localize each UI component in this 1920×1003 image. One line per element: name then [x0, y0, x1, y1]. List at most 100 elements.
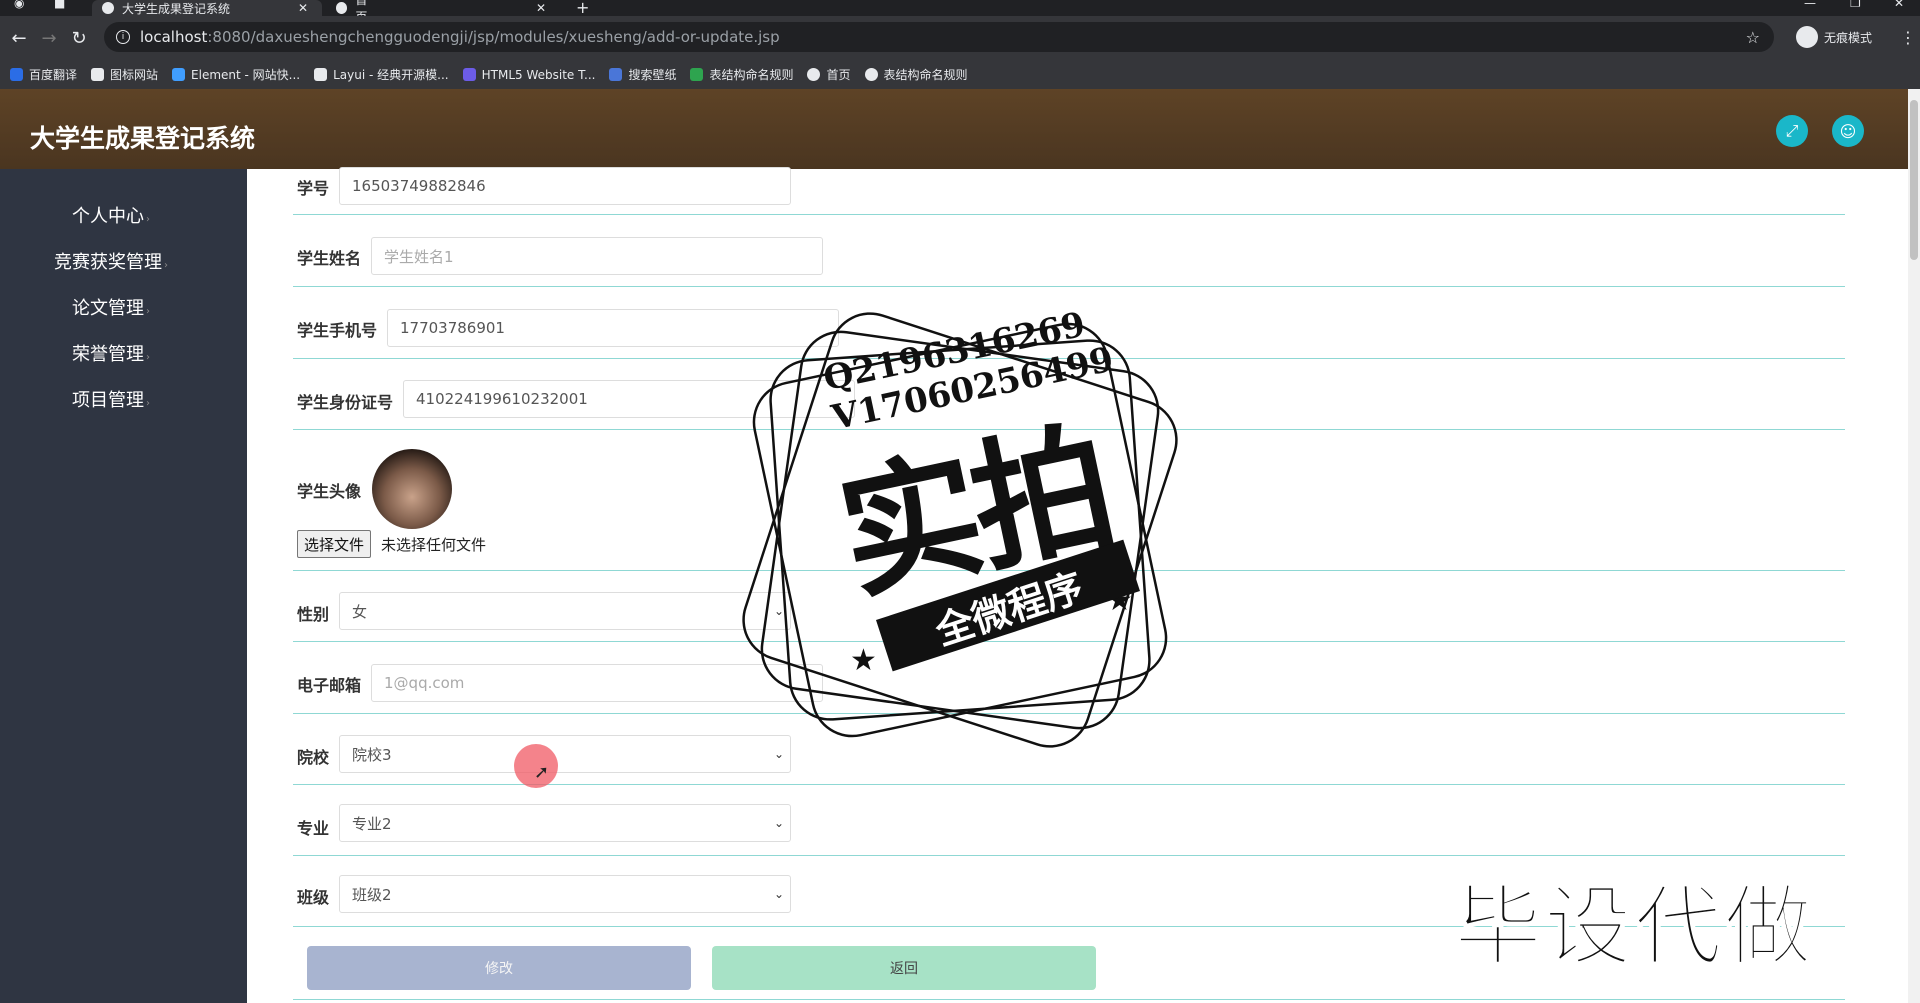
select-value: 班级2	[352, 885, 392, 904]
browser-tab-bar: ◉ ■ 大学生成果登记系统 ✕ 首页 ✕ + — ❐ ✕	[0, 0, 1920, 24]
tab-favicon-icon	[336, 2, 348, 14]
field-label: 学生姓名	[297, 249, 362, 268]
bookmark-label: Layui - 经典开源模...	[333, 68, 449, 82]
app-title: 大学生成果登记系统	[30, 124, 256, 153]
forward-icon[interactable]: →	[34, 28, 64, 49]
bookmark-star-icon[interactable]: ☆	[1746, 28, 1760, 47]
mouse-cursor-icon: ➚	[534, 762, 550, 783]
tab-active[interactable]: 大学生成果登记系统 ✕	[92, 0, 322, 16]
close-window-icon[interactable]: ✕	[1894, 0, 1904, 10]
sidebar-item-label: 项目管理	[72, 390, 144, 411]
choose-file-button[interactable]: 选择文件	[297, 530, 372, 558]
incognito-icon	[1796, 26, 1818, 48]
back-icon[interactable]: ←	[4, 28, 34, 49]
bookmark-globe-icon	[864, 68, 878, 81]
bookmark-label: 表结构命名规则	[709, 68, 794, 82]
url-host: localhost	[140, 28, 208, 46]
field-label: 电子邮箱	[297, 676, 362, 695]
browser-toolbar: ← → ↻ i localhost:8080/daxueshengchenggu…	[0, 16, 1920, 60]
bookmark-item[interactable]: 百度翻译	[10, 66, 77, 83]
tab-close-icon[interactable]: ✕	[536, 1, 546, 15]
sidebar-item-label: 个人中心	[72, 206, 144, 227]
menu-arrow-icon: ›	[146, 352, 150, 363]
file-status: 未选择任何文件	[381, 536, 487, 554]
bookmark-label: 首页	[826, 68, 851, 82]
bookmark-label: 表结构命名规则	[883, 68, 968, 82]
bookmark-label: Element - 网站快...	[191, 68, 301, 82]
back-button[interactable]: 返回	[712, 946, 1096, 990]
bookmark-favicon-icon	[462, 68, 476, 81]
chevron-down-icon: ⌄	[773, 816, 784, 830]
new-tab-icon[interactable]: +	[576, 0, 589, 17]
sidebar-item-competition[interactable]: 竞赛获奖管理 ›	[0, 248, 247, 274]
avatar	[372, 449, 452, 529]
bookmark-item[interactable]: 表结构命名规则	[690, 66, 793, 83]
student-name-input[interactable]: 学生姓名1	[371, 237, 823, 275]
window-menu-icon[interactable]: ■	[54, 0, 65, 10]
field-label: 班级	[297, 888, 330, 907]
sidebar-item-label: 竞赛获奖管理	[54, 252, 162, 273]
browser-logo-icon: ◉	[14, 0, 25, 10]
bookmark-favicon-icon	[690, 68, 704, 81]
class-select[interactable]: 班级2 ⌄	[339, 875, 791, 913]
user-icon[interactable]: ☺	[1832, 115, 1864, 147]
bookmark-item[interactable]: 图标网站	[91, 66, 158, 83]
bookmark-item[interactable]: Element - 网站快...	[172, 66, 300, 83]
submit-button[interactable]: 修改	[307, 946, 691, 990]
bookmark-label: 搜索壁纸	[628, 68, 677, 82]
bookmark-label: 图标网站	[110, 68, 159, 82]
bookmark-flag-icon	[91, 68, 105, 81]
sidebar-item-paper[interactable]: 论文管理 ›	[0, 294, 247, 320]
bookmark-item[interactable]: 搜索壁纸	[609, 66, 676, 83]
field-label: 学生身份证号	[297, 393, 394, 412]
tab-close-icon[interactable]: ✕	[298, 1, 308, 15]
sidebar-item-label: 荣誉管理	[72, 344, 144, 365]
browser-menu-icon[interactable]: ⋮	[1900, 28, 1916, 47]
select-value: 女	[352, 602, 368, 621]
svg-text:★: ★	[850, 643, 877, 678]
menu-arrow-icon: ›	[146, 306, 150, 317]
incognito-indicator[interactable]: 无痕模式	[1796, 26, 1872, 48]
chevron-down-icon: ⌄	[773, 887, 784, 901]
scrollbar-thumb[interactable]	[1910, 100, 1918, 260]
bookmark-item[interactable]: Layui - 经典开源模...	[314, 66, 449, 83]
tab-favicon-icon	[102, 2, 114, 14]
bookmark-item[interactable]: HTML5 Website T...	[462, 67, 596, 82]
select-value: 院校3	[352, 745, 392, 764]
field-label: 专业	[297, 819, 330, 838]
xuehao-input[interactable]: 16503749882846	[339, 167, 791, 205]
incognito-label: 无痕模式	[1824, 30, 1873, 45]
address-bar[interactable]: i localhost:8080/daxueshengchengguodengj…	[104, 22, 1774, 52]
minimize-icon[interactable]: —	[1804, 0, 1816, 10]
tab-title: 大学生成果登记系统	[122, 1, 231, 16]
bookmark-item[interactable]: 表结构命名规则	[864, 66, 968, 83]
bookmark-favicon-icon	[609, 68, 623, 81]
maximize-icon[interactable]: ❐	[1850, 0, 1861, 10]
bookmark-favicon-icon	[314, 68, 328, 81]
field-label: 性别	[297, 605, 330, 624]
sidebar-item-honor[interactable]: 荣誉管理 ›	[0, 340, 247, 366]
reload-icon[interactable]: ↻	[64, 28, 94, 49]
bookmark-item[interactable]: 首页	[807, 66, 851, 83]
bookmark-favicon-icon	[10, 68, 23, 81]
menu-arrow-icon: ›	[146, 398, 150, 409]
field-label: 院校	[297, 748, 330, 767]
bookmark-label: 百度翻译	[29, 68, 78, 82]
select-value: 专业2	[352, 814, 392, 833]
fullscreen-icon[interactable]: ⤢	[1776, 115, 1808, 147]
watermark-corner-text: 毕设代做	[1453, 874, 1815, 979]
sidebar-item-label: 论文管理	[72, 298, 144, 319]
site-info-icon[interactable]: i	[116, 30, 130, 44]
menu-arrow-icon: ›	[146, 214, 150, 225]
field-label: 学号	[297, 179, 330, 198]
form-divider	[293, 998, 1845, 1000]
sidebar-item-project[interactable]: 项目管理 ›	[0, 386, 247, 412]
url-path: :8080/daxueshengchengguodengji/jsp/modul…	[207, 28, 780, 46]
bookmark-globe-icon	[807, 68, 821, 81]
major-select[interactable]: 专业2 ⌄	[339, 804, 791, 842]
tab-inactive[interactable]: 首页 ✕	[326, 0, 556, 24]
sidebar-item-personal-center[interactable]: 个人中心 ›	[0, 202, 247, 228]
bookmarks-bar: 百度翻译 图标网站 Element - 网站快... Layui - 经典开源模…	[0, 60, 1920, 89]
bookmark-label: HTML5 Website T...	[481, 67, 596, 82]
menu-arrow-icon: ›	[164, 260, 168, 271]
